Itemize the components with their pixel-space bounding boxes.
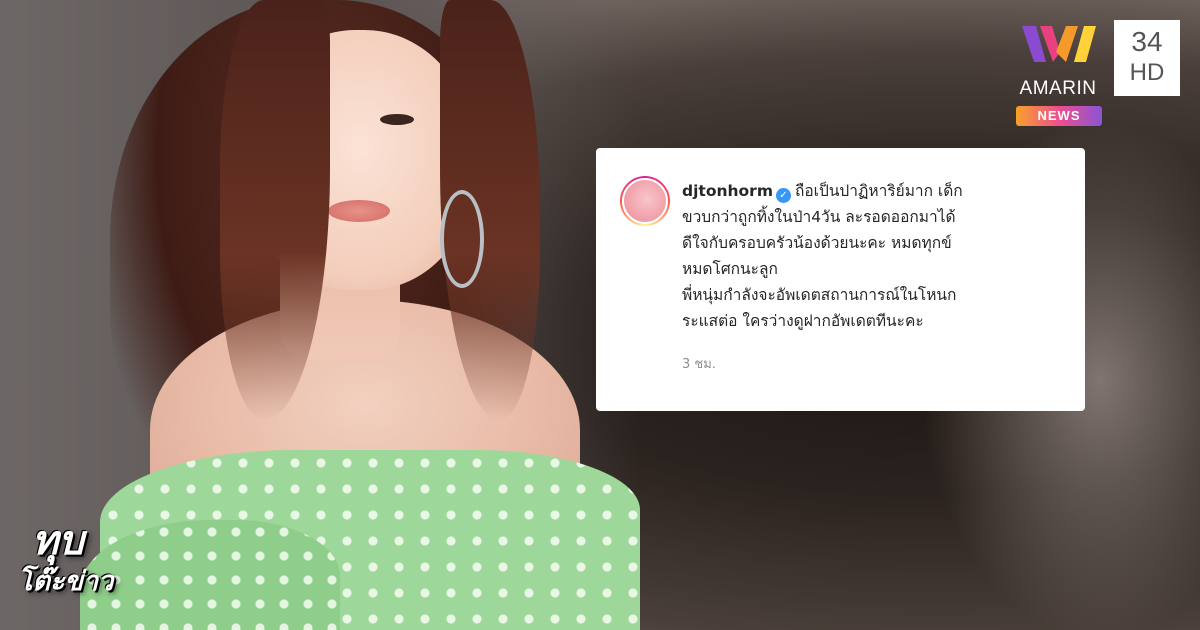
program-logo-line2: โต๊ะข่าว (18, 566, 114, 597)
amarin-logo-mark-icon (1022, 26, 1096, 62)
news-badge: NEWS (1016, 106, 1102, 126)
news-thumbnail: djtonhorm ✓ ถือเป็นปาฏิหาริย์มาก เด็ก ขวบก… (0, 0, 1200, 630)
comment-text-line: ขวบกว่าถูกทิ้งในป่า4วัน ละรอดออกมาได้ (682, 208, 956, 226)
program-logo: ทุบ โต๊ะข่าว (18, 518, 138, 618)
comment-body: djtonhorm ✓ ถือเป็นปาฏิหาริย์มาก เด็ก ขวบก… (682, 178, 1055, 391)
avatar-story-ring[interactable] (620, 176, 670, 226)
channel-hd: HD (1129, 59, 1165, 86)
comment-text-line: พี่หนุ่มกำลังจะอัพเดตสถานการณ์ในโหนก (682, 286, 957, 304)
earring (440, 190, 484, 288)
comment-text-line: ระแสต่อ ใครว่างดูฝากอัพเดตทีนะคะ (682, 312, 924, 330)
amarin-wordmark: AMARIN (1019, 78, 1097, 99)
comment-text-line: ดีใจกับครอบครัวน้องด้วยนะคะ หมดทุกข์ (682, 234, 952, 252)
comment-text-line: หมดโศกนะลูก (682, 260, 778, 278)
channel-number: 34 (1131, 26, 1163, 57)
channel-badge: 34 HD (1114, 20, 1180, 96)
avatar (622, 178, 668, 224)
amarin-news-logo: AMARIN NEWS (1012, 22, 1104, 130)
lips (328, 200, 390, 222)
verified-check-icon: ✓ (775, 188, 791, 203)
instagram-comment-card: djtonhorm ✓ ถือเป็นปาฏิหาริย์มาก เด็ก ขวบก… (596, 148, 1085, 411)
right-eye (380, 114, 414, 125)
comment-first-line: djtonhorm ✓ ถือเป็นปาฏิหาริย์มาก เด็ก (682, 178, 1055, 204)
comment-text-line: ถือเป็นปาฏิหาริย์มาก เด็ก (794, 182, 963, 200)
program-logo-line1: ทุบ (32, 518, 84, 564)
comment-timestamp[interactable]: 3 ชม. (682, 352, 1055, 378)
comment-username[interactable]: djtonhorm (682, 182, 773, 200)
